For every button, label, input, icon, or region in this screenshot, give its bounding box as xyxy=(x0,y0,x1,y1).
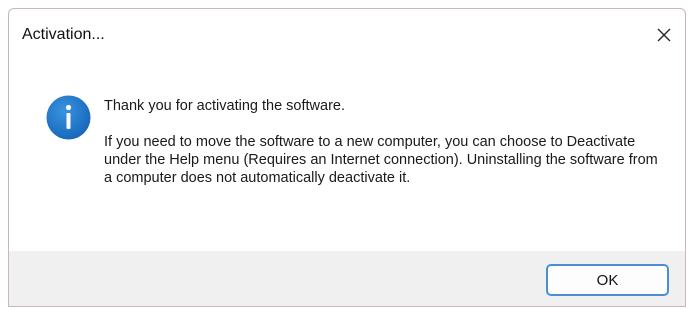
close-icon xyxy=(657,28,671,42)
dialog-title: Activation... xyxy=(22,26,105,43)
info-icon xyxy=(46,95,91,140)
message-text: Thank you for activating the software. I… xyxy=(104,97,664,205)
dialog-footer: OK xyxy=(9,251,685,306)
thank-you-text: Thank you for activating the software. xyxy=(104,98,345,114)
activation-dialog: Activation... Thank you for activating t… xyxy=(8,8,686,307)
close-button[interactable] xyxy=(649,21,679,49)
dialog-content: Thank you for activating the software. I… xyxy=(9,61,685,251)
deactivation-info-text: If you need to move the software to a ne… xyxy=(104,134,658,186)
title-bar: Activation... xyxy=(9,9,685,61)
ok-button[interactable]: OK xyxy=(546,264,669,296)
